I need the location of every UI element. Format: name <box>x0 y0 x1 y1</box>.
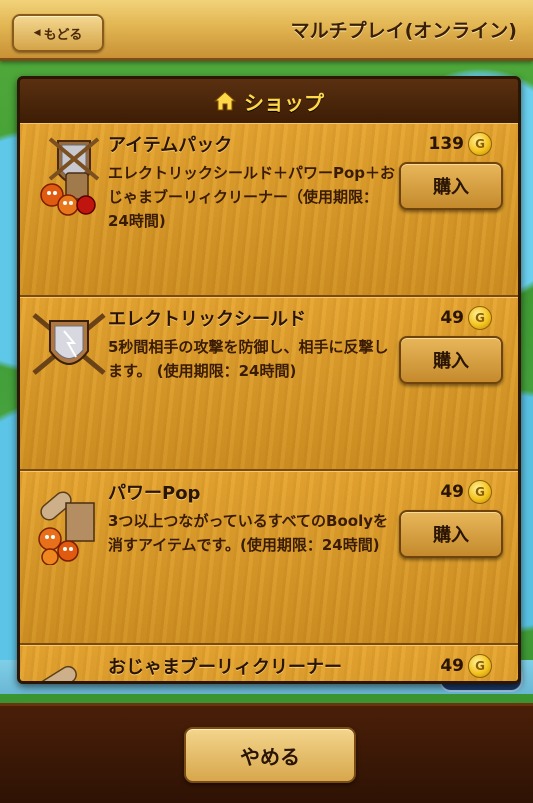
back-button-label: もどる <box>43 27 83 43</box>
shop-title-bar: ショップ <box>20 79 518 123</box>
buy-button-electric-shield[interactable]: 購入 <box>399 336 503 384</box>
item-description: 3つ以上つながっているすべてのBoolyを消すアイテムです。(使用期限：24時間… <box>108 512 389 554</box>
item-description: エレクトリックシールド＋パワーPop＋おじゃまブーリィクリーナー（使用期限：24… <box>108 164 396 230</box>
power-pop-icon <box>28 481 112 565</box>
shop-item-list[interactable]: アイテムパック 139 G エレクトリックシールド＋パワーPop＋おじゃまブーリ… <box>20 123 518 681</box>
item-name: パワーPop <box>108 483 201 504</box>
item-price: 49 G <box>440 480 492 504</box>
shop-item-power-pop: パワーPop 49 G 3つ以上つながっているすべてのBoolyを消すアイテムで… <box>20 471 518 645</box>
gold-coin-icon: G <box>468 480 492 504</box>
price-value: 139 <box>428 134 465 154</box>
screen-title: マルチプレイ(オンライン) <box>290 20 517 42</box>
top-bar: ◀ もどる マルチプレイ(オンライン) <box>0 0 533 61</box>
gold-coin-icon: G <box>468 132 492 156</box>
item-description: 5秒間相手の攻撃を防御し、相手に反撃します。 (使用期限：24時間) <box>108 338 389 380</box>
item-price: 49 G <box>440 654 492 678</box>
cancel-button[interactable]: やめる <box>184 727 356 783</box>
item-name: エレクトリックシールド <box>108 309 306 330</box>
shield-icon <box>28 307 112 391</box>
item-price: 139 G <box>428 132 492 156</box>
shop-item-cleaner: おじゃまブーリィクリーナー 49 G <box>20 645 518 681</box>
buy-button-item-pack[interactable]: 購入 <box>399 162 503 210</box>
item-pack-icon <box>28 133 112 217</box>
shop-title: ショップ <box>244 90 324 115</box>
item-price: 49 G <box>440 306 492 330</box>
price-value: 49 <box>440 482 464 502</box>
gold-coin-icon: G <box>468 306 492 330</box>
item-name: おじゃまブーリィクリーナー <box>108 657 342 678</box>
shop-panel: ショップ アイテムパック 139 G エレクトリックシールド＋パワーPop＋おじ… <box>17 76 521 684</box>
back-arrow-icon: ◀ <box>33 28 41 38</box>
item-name: アイテムパック <box>108 135 233 156</box>
cleaner-icon <box>28 655 112 681</box>
gold-coin-icon: G <box>468 654 492 678</box>
price-value: 49 <box>440 656 464 676</box>
price-value: 49 <box>440 308 464 328</box>
buy-button-power-pop[interactable]: 購入 <box>399 510 503 558</box>
shop-item-item-pack: アイテムパック 139 G エレクトリックシールド＋パワーPop＋おじゃまブーリ… <box>20 123 518 297</box>
shop-item-electric-shield: エレクトリックシールド 49 G 5秒間相手の攻撃を防御し、相手に反撃します。 … <box>20 297 518 471</box>
back-button[interactable]: ◀ もどる <box>12 14 104 52</box>
bottom-bar: やめる <box>0 703 533 803</box>
home-icon <box>214 90 236 112</box>
